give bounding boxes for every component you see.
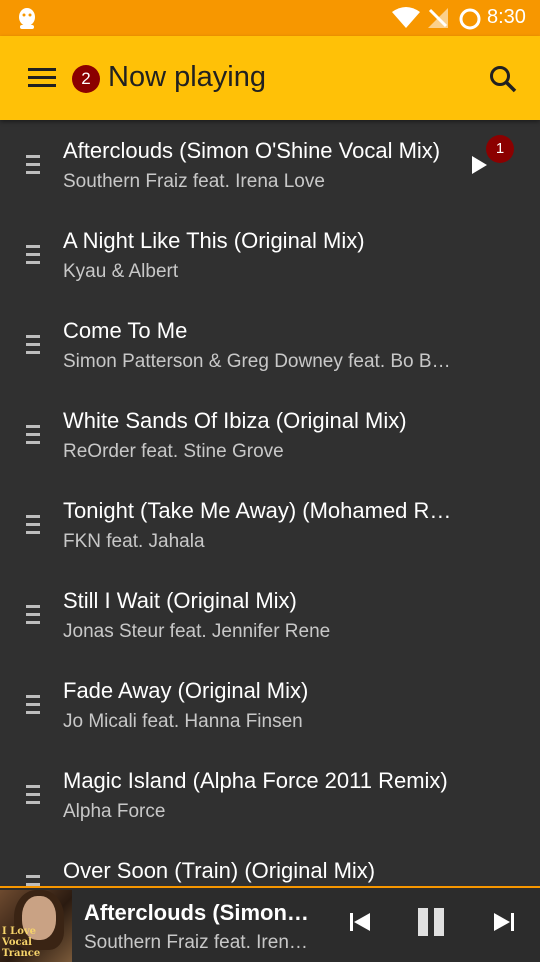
track-artist: Jonas Steur feat. Jennifer Rene	[63, 621, 331, 642]
app-notification-icon	[19, 8, 35, 29]
album-art-text: I Love Vocal Trance	[2, 926, 41, 959]
drag-handle-icon[interactable]	[26, 155, 40, 175]
track-title: Afterclouds (Simon O'Shine Vocal Mix)	[63, 138, 441, 163]
drag-handle-icon[interactable]	[26, 695, 40, 715]
drag-handle-icon[interactable]	[26, 245, 40, 265]
track-badge: 1	[486, 135, 514, 163]
track-row[interactable]: Come To Me Simon Patterson & Greg Downey…	[0, 300, 540, 390]
track-artist: Southern Fraiz feat. Irena Love	[63, 171, 325, 192]
drag-handle-icon[interactable]	[26, 425, 40, 445]
wifi-icon	[392, 7, 420, 28]
now-playing-artist: Southern Fraiz feat. Irena Love	[84, 932, 314, 953]
track-title: A Night Like This (Original Mix)	[63, 228, 365, 253]
drag-handle-icon[interactable]	[26, 605, 40, 625]
track-title: Over Soon (Train) (Original Mix)	[63, 858, 376, 883]
battery-sync-icon	[459, 8, 481, 30]
next-icon[interactable]	[492, 910, 516, 934]
track-row[interactable]: A Night Like This (Original Mix) Kyau & …	[0, 210, 540, 300]
track-row[interactable]: Over Soon (Train) (Original Mix)	[0, 840, 540, 888]
playlist: Afterclouds (Simon O'Shine Vocal Mix) So…	[0, 120, 540, 888]
notification-badge: 2	[72, 65, 100, 93]
track-title: Magic Island (Alpha Force 2011 Remix)	[63, 768, 448, 793]
track-title: Come To Me	[63, 318, 188, 343]
search-icon[interactable]	[488, 64, 518, 94]
drag-handle-icon[interactable]	[26, 515, 40, 535]
page-title: Now playing	[108, 61, 266, 93]
track-row[interactable]: White Sands Of Ibiza (Original Mix) ReOr…	[0, 390, 540, 480]
track-artist: ReOrder feat. Stine Grove	[63, 441, 284, 462]
album-art[interactable]: I Love Vocal Trance	[0, 890, 72, 962]
track-artist: Simon Patterson & Greg Downey feat. Bo B…	[63, 351, 453, 372]
track-artist: Kyau & Albert	[63, 261, 179, 282]
status-time: 8:30	[487, 6, 526, 28]
track-title: Still I Wait (Original Mix)	[63, 588, 297, 613]
pause-icon[interactable]	[416, 906, 446, 938]
track-row[interactable]: Tonight (Take Me Away) (Mohamed Ragab Re…	[0, 480, 540, 570]
signal-icon	[428, 8, 448, 28]
track-row[interactable]: Still I Wait (Original Mix) Jonas Steur …	[0, 570, 540, 660]
menu-icon[interactable]	[28, 68, 56, 88]
status-bar: 8:30	[0, 0, 540, 36]
track-artist: Jo Micali feat. Hanna Finsen	[63, 711, 303, 732]
track-title: White Sands Of Ibiza (Original Mix)	[63, 408, 407, 433]
track-row[interactable]: Afterclouds (Simon O'Shine Vocal Mix) So…	[0, 120, 540, 210]
mini-player[interactable]: I Love Vocal Trance Afterclouds (Simon O…	[0, 886, 540, 962]
track-artist: FKN feat. Jahala	[63, 531, 205, 552]
track-row[interactable]: Fade Away (Original Mix) Jo Micali feat.…	[0, 660, 540, 750]
now-playing-title: Afterclouds (Simon O'Shine Vocal Mix)	[84, 900, 314, 925]
track-title: Tonight (Take Me Away) (Mohamed Ragab Re…	[63, 498, 453, 523]
track-artist: Alpha Force	[63, 801, 166, 822]
drag-handle-icon[interactable]	[26, 785, 40, 805]
now-playing-icon	[472, 156, 487, 174]
toolbar: 2 Now playing	[0, 36, 540, 120]
track-title: Fade Away (Original Mix)	[63, 678, 309, 703]
previous-icon[interactable]	[348, 910, 372, 934]
track-row[interactable]: Magic Island (Alpha Force 2011 Remix) Al…	[0, 750, 540, 840]
drag-handle-icon[interactable]	[26, 335, 40, 355]
